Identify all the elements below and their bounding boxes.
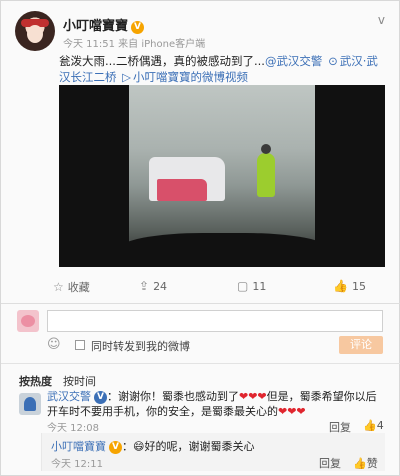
sub-reply-body: ：😄好的呢，谢谢蜀黍关心	[122, 440, 255, 453]
like-button[interactable]: 👍 15	[333, 279, 366, 293]
thumbs-up-icon: 👍	[363, 419, 377, 432]
divider	[1, 363, 400, 364]
sub-like-label: 赞	[366, 457, 378, 470]
video-link[interactable]: 小叮噹寶寶的微博视频	[133, 70, 248, 84]
weibo-post-card: 小叮噹寶寶 V v 今天 11:51 来自 iPhone客户端 瓮泼大雨...二桥…	[0, 0, 400, 476]
thumbs-up-icon: 👍	[333, 279, 348, 293]
author-avatar[interactable]	[15, 11, 55, 51]
video-player[interactable]	[59, 85, 385, 267]
sort-by-time[interactable]: 按时间	[63, 373, 96, 389]
comment-author[interactable]: 武汉交警	[47, 390, 91, 403]
sort-by-hot[interactable]: 按热度	[19, 373, 52, 389]
repost-count: 24	[153, 279, 168, 293]
comment-button[interactable]: ▢ 11	[237, 279, 266, 293]
sub-reply-text: 小叮噹寶寶 V ：😄好的呢，谢谢蜀黍关心	[51, 438, 254, 454]
sub-reply-author[interactable]: 小叮噹寶寶	[51, 440, 106, 453]
verified-badge-icon: V	[109, 441, 122, 454]
post-text: 瓮泼大雨...二桥偶遇，真的被感动到了...@武汉交警 ⊙ 武汉·武汉长江二桥 ▷…	[59, 53, 389, 85]
video-frame[interactable]	[129, 85, 315, 267]
repost-checkbox[interactable]	[75, 340, 85, 350]
avatar-face	[27, 25, 43, 43]
thumbs-up-icon: 👍	[353, 457, 367, 470]
video-dashboard	[129, 233, 315, 267]
comment-icon: ▢	[237, 279, 249, 293]
repost-button[interactable]: ⇪ 24	[139, 279, 167, 293]
repost-icon: ⇪	[139, 279, 150, 293]
sub-like-button[interactable]: 👍赞	[353, 455, 378, 471]
divider	[1, 303, 400, 304]
post-menu-chevron-icon[interactable]: v	[378, 13, 385, 27]
video-traffic-officer	[257, 144, 275, 197]
location-icon: ⊙	[328, 54, 338, 68]
current-user-avatar	[17, 310, 39, 332]
favorite-button[interactable]: ☆ 收藏	[53, 279, 90, 295]
comment-like-count: 4	[376, 419, 384, 432]
comment-like-button[interactable]: 👍4	[363, 419, 384, 432]
favorite-label: 收藏	[67, 281, 90, 294]
emoji-icon[interactable]: ☺	[47, 337, 61, 352]
comment-text: 武汉交警 V ：谢谢你！蜀黍也感动到了❤❤❤但是，蜀黍希望你以后开车时不要用手机，你…	[47, 389, 387, 419]
author-name[interactable]: 小叮噹寶寶 V	[63, 15, 145, 34]
mention-link[interactable]: @武汉交警	[265, 54, 323, 68]
avatar-pig	[21, 315, 35, 327]
video-icon: ▷	[122, 70, 132, 84]
verified-badge-icon: V	[131, 21, 145, 34]
like-count: 15	[351, 279, 366, 293]
sub-reply-time: 今天 12:11	[51, 459, 103, 470]
verified-badge-icon: V	[94, 391, 107, 404]
post-meta: 今天 11:51 来自 iPhone客户端	[63, 39, 206, 50]
comment-count: 11	[252, 279, 267, 293]
video-car	[149, 157, 225, 201]
star-icon: ☆	[53, 280, 64, 294]
comment-submit-button[interactable]: 评论	[339, 336, 383, 354]
hearts-icon: ❤❤❤	[278, 405, 306, 418]
sub-reply-button[interactable]: 回复	[319, 455, 341, 471]
hearts-icon: ❤❤❤	[239, 390, 267, 403]
post-text-main: 瓮泼大雨...二桥偶遇，真的被感动到了...	[59, 54, 265, 68]
video-officer-head	[261, 144, 271, 154]
comment-time: 今天 12:08	[47, 423, 99, 434]
comment-avatar[interactable]	[19, 393, 41, 415]
author-name-text[interactable]: 小叮噹寶寶	[63, 19, 128, 34]
video-car-red-body	[157, 179, 207, 201]
action-bar: ☆ 收藏 ⇪ 24 ▢ 11 👍 15	[1, 277, 400, 299]
comment-input[interactable]	[47, 310, 383, 332]
repost-label[interactable]: 同时转发到我的微博	[91, 338, 190, 354]
comment-body-a: ：谢谢你！蜀黍也感动到了	[107, 390, 239, 403]
